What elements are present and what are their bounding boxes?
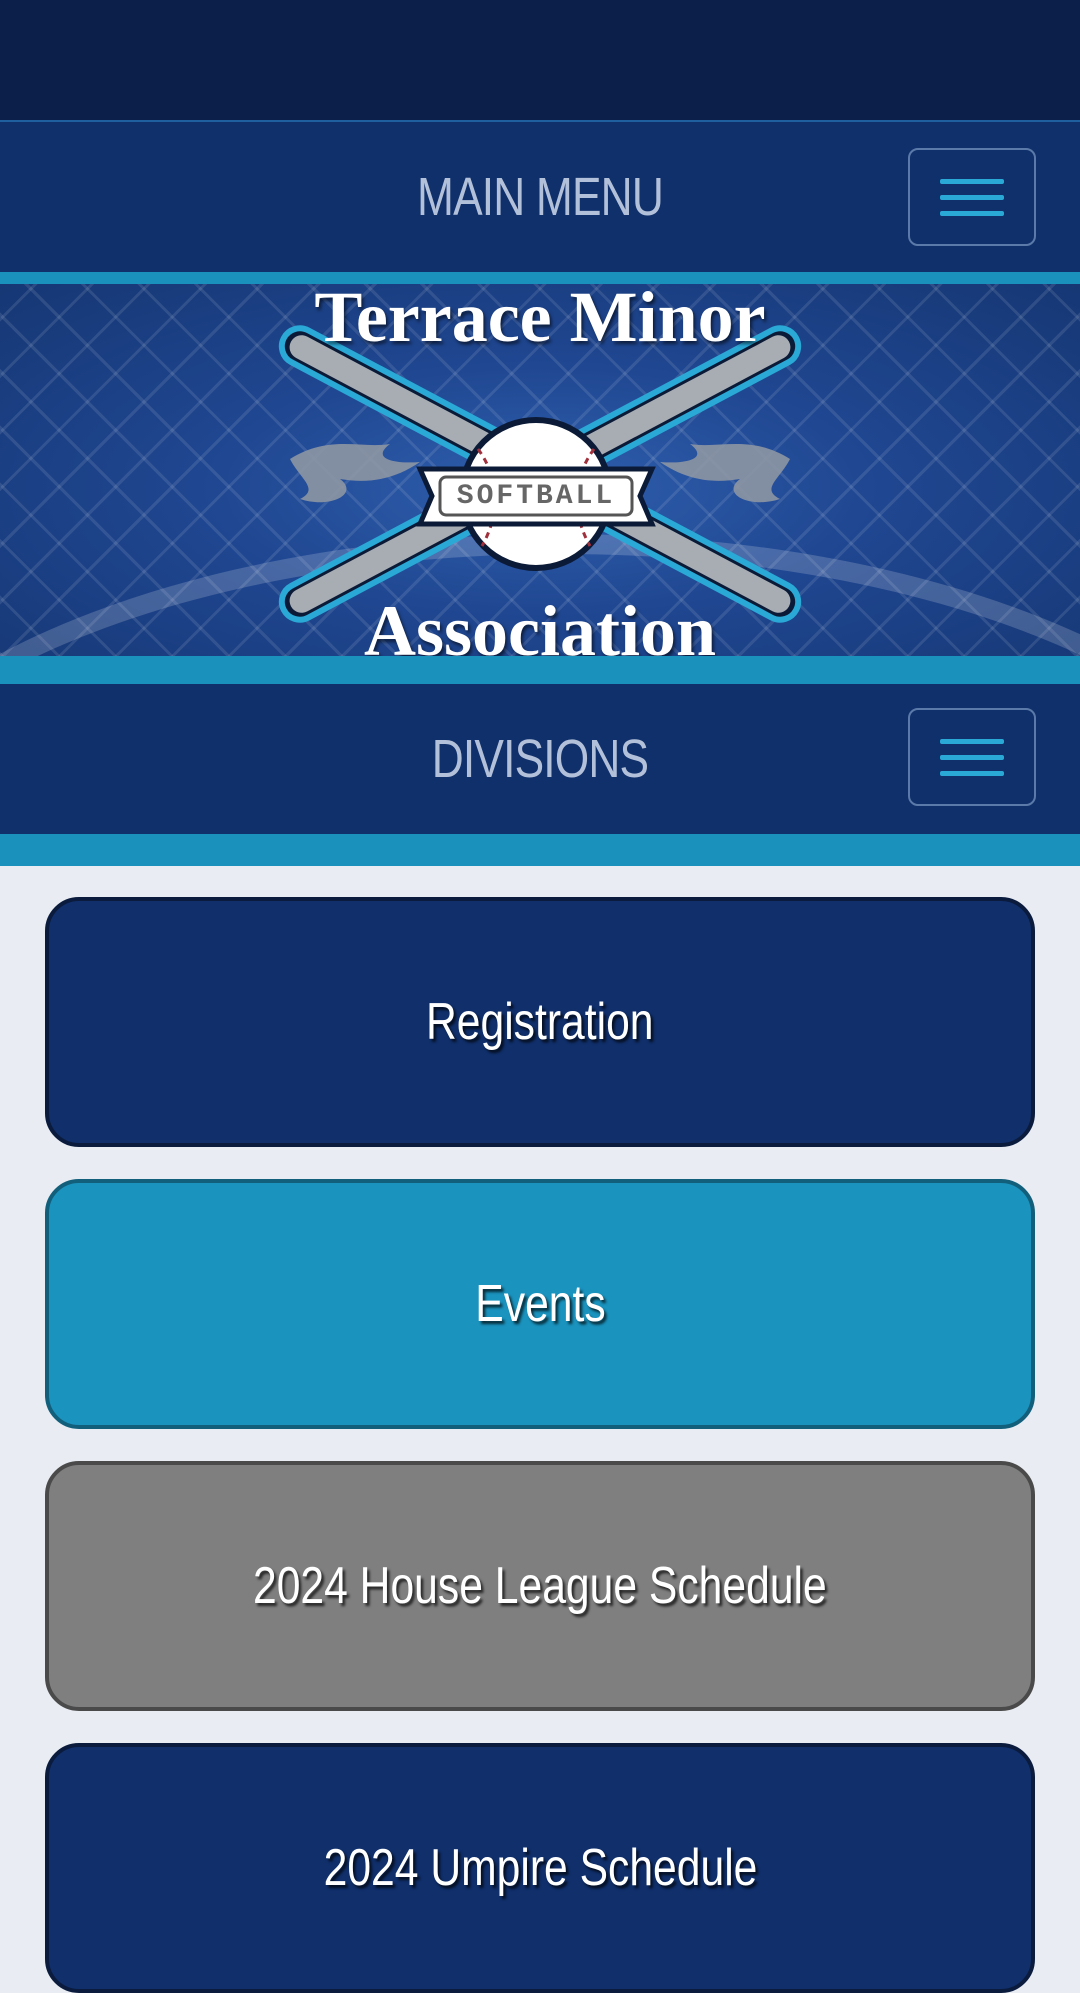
- events-button-label: Events: [474, 1275, 606, 1333]
- events-button[interactable]: Events: [45, 1179, 1035, 1429]
- registration-button[interactable]: Registration: [45, 897, 1035, 1147]
- main-menu-label: MAIN MENU: [417, 167, 664, 227]
- divisions-hamburger-button[interactable]: [908, 708, 1036, 806]
- status-bar-area: [0, 0, 1080, 120]
- divisions-bottom-stripe: [0, 834, 1080, 866]
- umpire-schedule-button-label: 2024 Umpire Schedule: [323, 1839, 757, 1897]
- divisions-menu-bar: DIVISIONS: [0, 684, 1080, 834]
- hero-banner: Terrace Minor SOFTBALL Association: [0, 284, 1080, 656]
- hero-bottom-stripe: [0, 656, 1080, 684]
- registration-button-label: Registration: [426, 993, 654, 1051]
- hero-title-top: Terrace Minor: [314, 284, 766, 357]
- house-league-schedule-button-label: 2024 House League Schedule: [253, 1557, 827, 1615]
- menu-divider-stripe: [0, 272, 1080, 284]
- main-menu-bar: MAIN MENU: [0, 120, 1080, 274]
- hamburger-icon: [940, 178, 1004, 184]
- house-league-schedule-button[interactable]: 2024 House League Schedule: [45, 1461, 1035, 1711]
- hero-title-bottom: Association: [363, 591, 717, 656]
- hamburger-icon: [940, 738, 1004, 744]
- logo-banner-text: SOFTBALL: [456, 481, 616, 512]
- umpire-schedule-button[interactable]: 2024 Umpire Schedule: [45, 1743, 1035, 1993]
- divisions-menu-label: DIVISIONS: [431, 729, 649, 789]
- main-menu-hamburger-button[interactable]: [908, 148, 1036, 246]
